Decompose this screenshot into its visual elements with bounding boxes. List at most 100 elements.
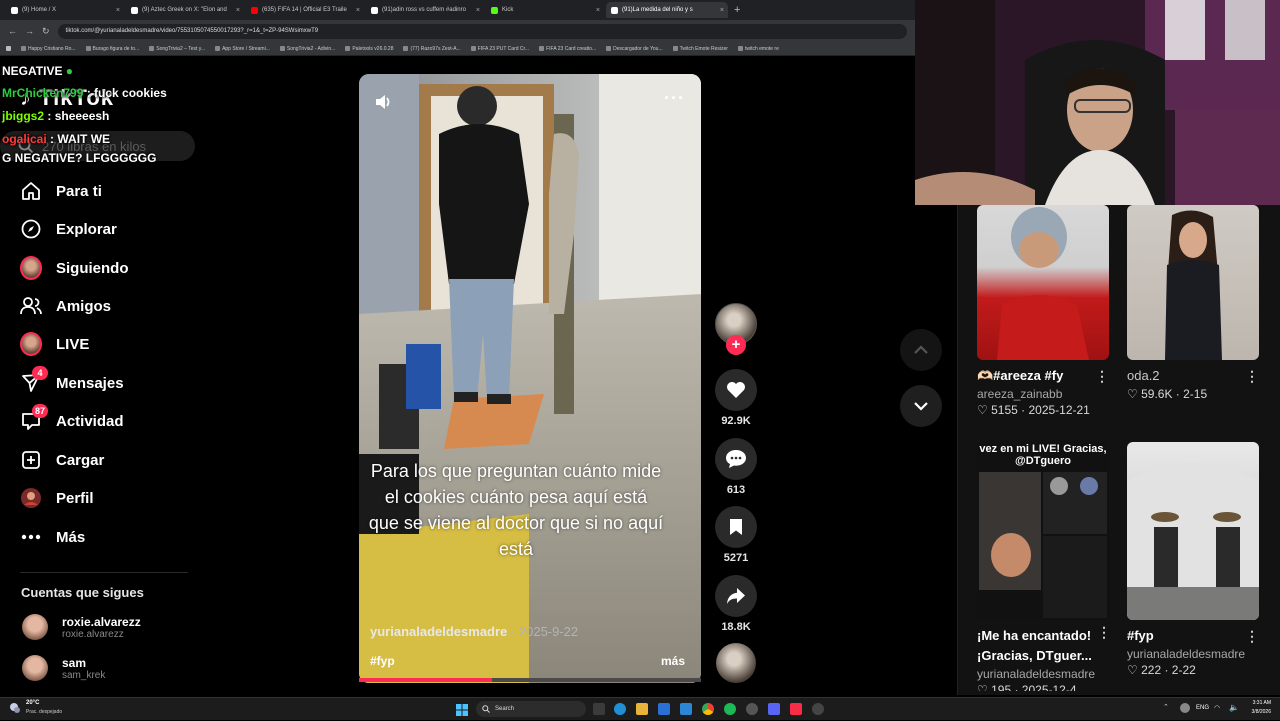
follow-plus-icon[interactable]: +: [726, 335, 746, 355]
caption-more-link[interactable]: más: [661, 654, 685, 668]
close-tab-icon[interactable]: ×: [720, 7, 724, 14]
sidebar-item-mensajes[interactable]: 4 Mensajes: [20, 366, 124, 396]
following-account[interactable]: sam sam_krek: [22, 655, 105, 681]
chat-text: WAIT WE: [57, 132, 111, 146]
windows-start-icon[interactable]: [456, 703, 468, 716]
bookmark-item[interactable]: SongTrivia2 – Test y...: [149, 46, 205, 52]
previous-video-button[interactable]: [900, 329, 942, 371]
sidebar-item-explorar[interactable]: Explorar: [20, 216, 117, 242]
bookmark-item[interactable]: FIFA 23 PUT Card Cr...: [470, 46, 529, 52]
bookmark-item[interactable]: twitch emote re: [737, 46, 779, 52]
sidebar-item-cargar[interactable]: Cargar: [20, 447, 104, 473]
bookmark-item[interactable]: Happy Cristiano Ro...: [21, 46, 76, 52]
video-progress-fill: [359, 678, 493, 682]
more-vertical-icon[interactable]: ⋮: [1097, 624, 1111, 641]
bookmark-item[interactable]: SongTrivia2 - Adivin...: [279, 46, 335, 52]
chrome-icon[interactable]: [702, 703, 714, 715]
sidebar-item-live[interactable]: LIVE: [20, 331, 89, 357]
sidebar-item-label: Para ti: [56, 182, 102, 200]
clock-time[interactable]: 3:31 AM: [1247, 700, 1271, 706]
app-icon[interactable]: [812, 703, 824, 715]
mail-icon[interactable]: [680, 703, 692, 715]
sidebar-item-más[interactable]: Más: [20, 524, 85, 550]
obs-icon[interactable]: [746, 703, 758, 715]
sidebar-item-label: Amigos: [56, 297, 112, 315]
share-action[interactable]: 18.8K: [715, 575, 757, 633]
bookmark-item[interactable]: Paletools v26.0.28: [345, 46, 393, 52]
discord-icon[interactable]: [768, 703, 780, 715]
close-tab-icon[interactable]: ×: [116, 7, 120, 14]
thumbnail-image: [979, 472, 1107, 618]
browser-tab[interactable]: (91)La medida del niño y s ×: [606, 2, 728, 18]
recommendation-author[interactable]: yurianaladeldesmadre: [1127, 646, 1259, 662]
sound-disc-icon[interactable]: [716, 643, 756, 683]
sidebar-item-perfil[interactable]: Perfil: [20, 485, 94, 511]
volume-icon[interactable]: [375, 94, 393, 110]
creator-avatar-group[interactable]: +: [715, 303, 757, 355]
reload-icon[interactable]: ↻: [42, 26, 50, 37]
new-tab-icon[interactable]: +: [734, 4, 740, 16]
bookmark-item[interactable]: App Store / Streami...: [215, 46, 270, 52]
bookmark-item[interactable]: FIFA 23 Card creatio...: [539, 46, 596, 52]
save-button[interactable]: [715, 506, 757, 548]
like-button[interactable]: [715, 369, 757, 411]
save-action[interactable]: 5271: [715, 506, 757, 564]
close-tab-icon[interactable]: ×: [236, 7, 240, 14]
browser-tab[interactable]: Kick ×: [486, 2, 604, 18]
browser-tab[interactable]: (9) Aztec Greek on X: "Elon and ×: [126, 2, 244, 18]
more-vertical-icon[interactable]: ⋮: [1245, 366, 1259, 386]
recommendation-title-row: ¡Me ha encantado! ¡Gracias, DTguer...: [977, 626, 1107, 666]
back-icon[interactable]: ←: [8, 26, 17, 36]
wifi-icon[interactable]: ◠: [1214, 704, 1220, 712]
close-tab-icon[interactable]: ×: [596, 7, 600, 14]
video-author[interactable]: yurianaladeldesmadre · 2025-9-22: [370, 624, 578, 639]
recommendation-card[interactable]: vez en mi LIVE! Gracias, @DTguero ¡Me ha…: [977, 442, 1111, 691]
spotify-icon[interactable]: [724, 703, 736, 715]
sidebar-item-actividad[interactable]: 87 Actividad: [20, 404, 124, 434]
bookmark-item[interactable]: (77) Razo97s Zest-A...: [403, 46, 461, 52]
sidebar-item-para-ti[interactable]: Para ti: [20, 178, 102, 204]
music-icon[interactable]: [790, 703, 802, 715]
browser-tab[interactable]: (91)adin ross vs cuffem #adinro ×: [366, 2, 484, 18]
bookmark-item[interactable]: Descargador de You...: [606, 46, 663, 52]
share-button[interactable]: [715, 575, 757, 617]
task-view-icon[interactable]: [593, 703, 605, 715]
browser-tab[interactable]: (9) Home / X ×: [6, 2, 124, 18]
next-video-button[interactable]: [900, 385, 942, 427]
sidebar-item-amigos[interactable]: Amigos: [20, 293, 111, 319]
bookmark-item[interactable]: Burago figura de to...: [85, 46, 139, 52]
recommendation-author[interactable]: areeza_zainabb: [977, 386, 1109, 402]
recommendation-card[interactable]: oda.2 ⋮ ♡ 59.6K · 2-15: [1127, 205, 1259, 402]
tray-app-icon[interactable]: [1180, 703, 1190, 713]
video-progress-bar[interactable]: [359, 678, 701, 682]
bookmark-item[interactable]: Twitch Emote Resizer: [672, 46, 728, 52]
taskbar-search[interactable]: Search: [476, 701, 586, 717]
video-player[interactable]: ···: [359, 74, 701, 683]
apps-grid-icon[interactable]: [6, 46, 11, 51]
close-tab-icon[interactable]: ×: [476, 7, 480, 14]
edge-icon[interactable]: [614, 703, 626, 715]
comment-action[interactable]: 613: [715, 438, 757, 496]
volume-tray-icon[interactable]: 🔈: [1229, 703, 1239, 712]
sidebar-item-siguiendo[interactable]: Siguiendo: [20, 255, 129, 281]
clock-date[interactable]: 3/8/2026: [1247, 709, 1271, 715]
recommendation-author[interactable]: yurianaladeldesmadre: [977, 666, 1109, 682]
address-bar[interactable]: tiktok.com/@yurianaladeldesmadre/video/7…: [57, 23, 907, 39]
store-icon[interactable]: [658, 703, 670, 715]
tray-chevron-icon[interactable]: ⌃: [1163, 703, 1169, 711]
more-vertical-icon[interactable]: ⋮: [1245, 626, 1259, 646]
recommendation-card[interactable]: #fyp ⋮ yurianaladeldesmadre ♡ 222 · 2-22: [1127, 442, 1259, 678]
following-account[interactable]: roxie.alvarezz roxie.alvarezz: [22, 614, 141, 640]
language-indicator[interactable]: ENG: [1196, 705, 1209, 711]
comment-button[interactable]: [715, 438, 757, 480]
forward-icon[interactable]: →: [25, 26, 34, 36]
video-options-icon[interactable]: ···: [664, 88, 685, 109]
more-vertical-icon[interactable]: ⋮: [1095, 366, 1109, 386]
recommendation-title-row: oda.2 ⋮: [1127, 366, 1259, 386]
like-action[interactable]: 92.9K: [715, 369, 757, 427]
video-hashtag[interactable]: #fyp: [370, 654, 395, 668]
close-tab-icon[interactable]: ×: [356, 7, 360, 14]
file-explorer-icon[interactable]: [636, 703, 648, 715]
browser-tab[interactable]: (635) FIFA 14 | Official E3 Traile ×: [246, 2, 364, 18]
recommendation-card[interactable]: 🫶🏻#areeza #fy ⋮ areeza_zainabb ♡ 5155 · 2…: [977, 205, 1109, 418]
